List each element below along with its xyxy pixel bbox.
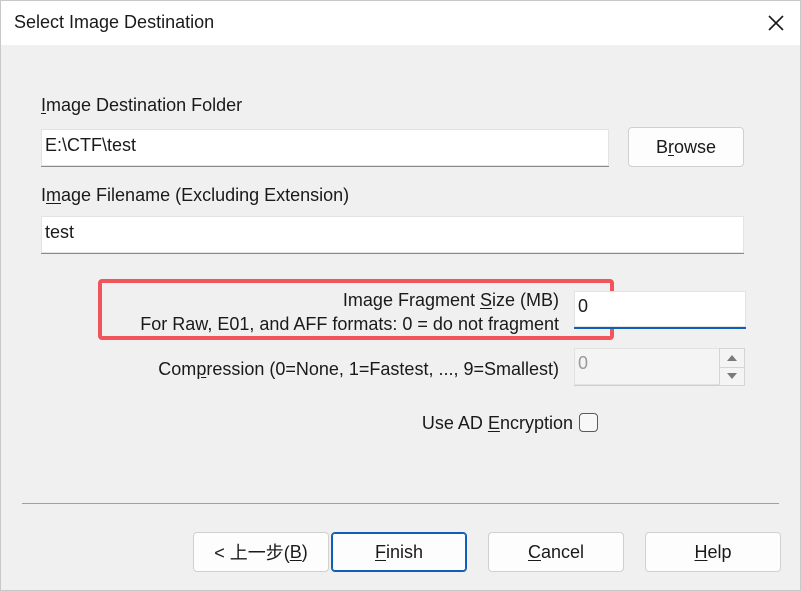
image-filename-input[interactable]: test (41, 216, 744, 254)
chevron-up-icon (727, 355, 737, 361)
ad-encryption-checkbox[interactable] (579, 413, 598, 432)
chevron-down-icon (727, 373, 737, 379)
close-button[interactable] (756, 5, 796, 41)
spin-down-button[interactable] (720, 367, 744, 385)
select-image-destination-dialog: Select Image Destination Image Destinati… (0, 0, 801, 591)
finish-button[interactable]: Finish (331, 532, 467, 572)
spin-up-button[interactable] (720, 349, 744, 368)
dialog-title: Select Image Destination (14, 12, 215, 32)
fragment-size-label: Image Fragment Size (MB) (342, 290, 559, 310)
destination-folder-label: Image Destination Folder (41, 95, 243, 115)
compression-label: Compression (0=None, 1=Fastest, ..., 9=S… (158, 359, 559, 379)
ad-encryption-label: Use AD Encryption (421, 413, 573, 433)
fragment-size-input[interactable]: 0 (574, 291, 746, 329)
back-button[interactable]: < 上一步(B) (193, 532, 329, 572)
cancel-button[interactable]: Cancel (488, 532, 624, 572)
title-bar: Select Image Destination (1, 1, 800, 45)
help-button[interactable]: Help (645, 532, 781, 572)
fragment-size-hint: For Raw, E01, and AFF formats: 0 = do no… (140, 314, 559, 334)
divider (22, 503, 779, 504)
browse-button[interactable]: Br owse (628, 127, 744, 167)
image-filename-label: Image Filename (Excluding Extension) (41, 185, 350, 205)
close-icon (768, 15, 784, 31)
destination-folder-input[interactable]: E:\CTF\test (41, 129, 609, 167)
compression-spinner[interactable] (719, 348, 745, 386)
compression-input[interactable]: 0 (574, 348, 720, 386)
